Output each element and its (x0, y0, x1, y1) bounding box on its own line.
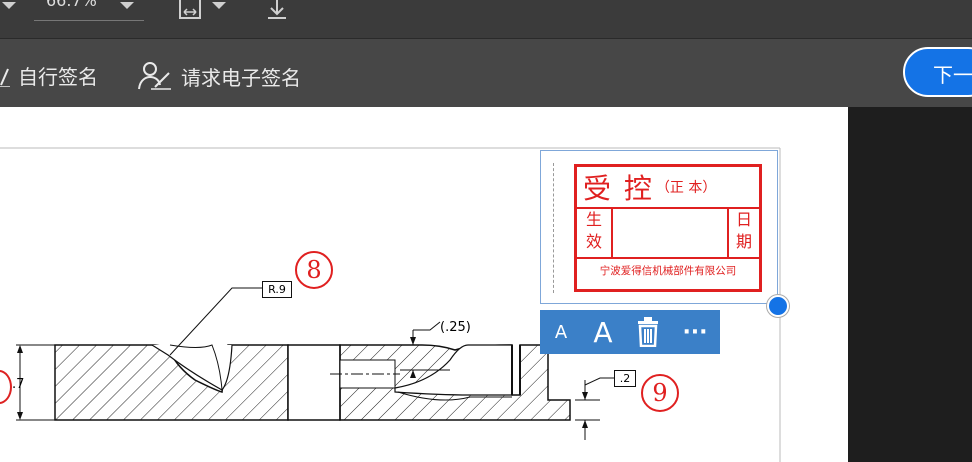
self-sign-label: 自行签名 (18, 65, 98, 89)
trash-icon (638, 317, 658, 347)
selection-guide (553, 163, 554, 293)
chevron-down-icon[interactable] (2, 2, 16, 9)
stamp-right-top: 日 (735, 210, 752, 229)
more-options-button[interactable]: ··· (672, 320, 718, 345)
download-icon[interactable] (264, 0, 290, 20)
stamp-title: 受 控 (583, 172, 654, 205)
increase-size-button[interactable]: A (582, 316, 624, 349)
fit-page-icon[interactable] (178, 0, 208, 20)
signature-toolbar: 自行签名 请求电子签名 (0, 39, 972, 107)
delete-button[interactable] (624, 317, 672, 347)
right-panel-background (848, 107, 972, 462)
self-sign-button[interactable]: 自行签名 (0, 61, 98, 90)
radius-label: R.9 (262, 281, 292, 298)
resize-handle[interactable] (767, 295, 789, 317)
callout-8: 8 (295, 251, 333, 289)
callout-9: 9 (641, 374, 679, 412)
stamp-company: 宁波爱得信机械部件有限公司 (599, 265, 737, 277)
zoom-value[interactable]: 66.7% (46, 0, 97, 10)
large-a-label: A (593, 315, 613, 349)
pen-sign-icon (0, 68, 10, 87)
request-esign-label: 请求电子签名 (181, 65, 301, 90)
top-toolbar: 66.7% (0, 0, 972, 39)
request-signature-icon (138, 62, 171, 90)
stamp-annotation[interactable]: 受 控 （正 本） 生 效 日 期 宁波爱得信机械部件有限公司 (540, 150, 778, 304)
stamp-left-bottom: 效 (585, 232, 602, 251)
next-button[interactable]: 下一 (903, 47, 972, 97)
decrease-size-button[interactable]: A (540, 322, 582, 343)
dimension-25-label: (.25) (440, 320, 471, 335)
small-a-label: A (554, 321, 568, 343)
controlled-stamp: 受 控 （正 本） 生 效 日 期 宁波爱得信机械部件有限公司 (574, 164, 762, 292)
dimension-2-label: .2 (614, 370, 636, 387)
stamp-right-bottom: 期 (735, 232, 752, 251)
annotation-toolbar: A A ··· (540, 310, 720, 354)
next-button-label: 下一 (933, 63, 972, 87)
stamp-subtitle: （正 本） (655, 180, 717, 196)
stamp-left-top: 生 (585, 210, 602, 229)
zoom-dropdown-chevron-icon[interactable] (120, 2, 134, 9)
fit-dropdown-chevron-icon[interactable] (212, 2, 226, 9)
request-esign-button[interactable]: 请求电子签名 (137, 61, 301, 91)
dimension-7-label: .7 (12, 377, 25, 392)
more-options-icon: ··· (682, 319, 708, 345)
